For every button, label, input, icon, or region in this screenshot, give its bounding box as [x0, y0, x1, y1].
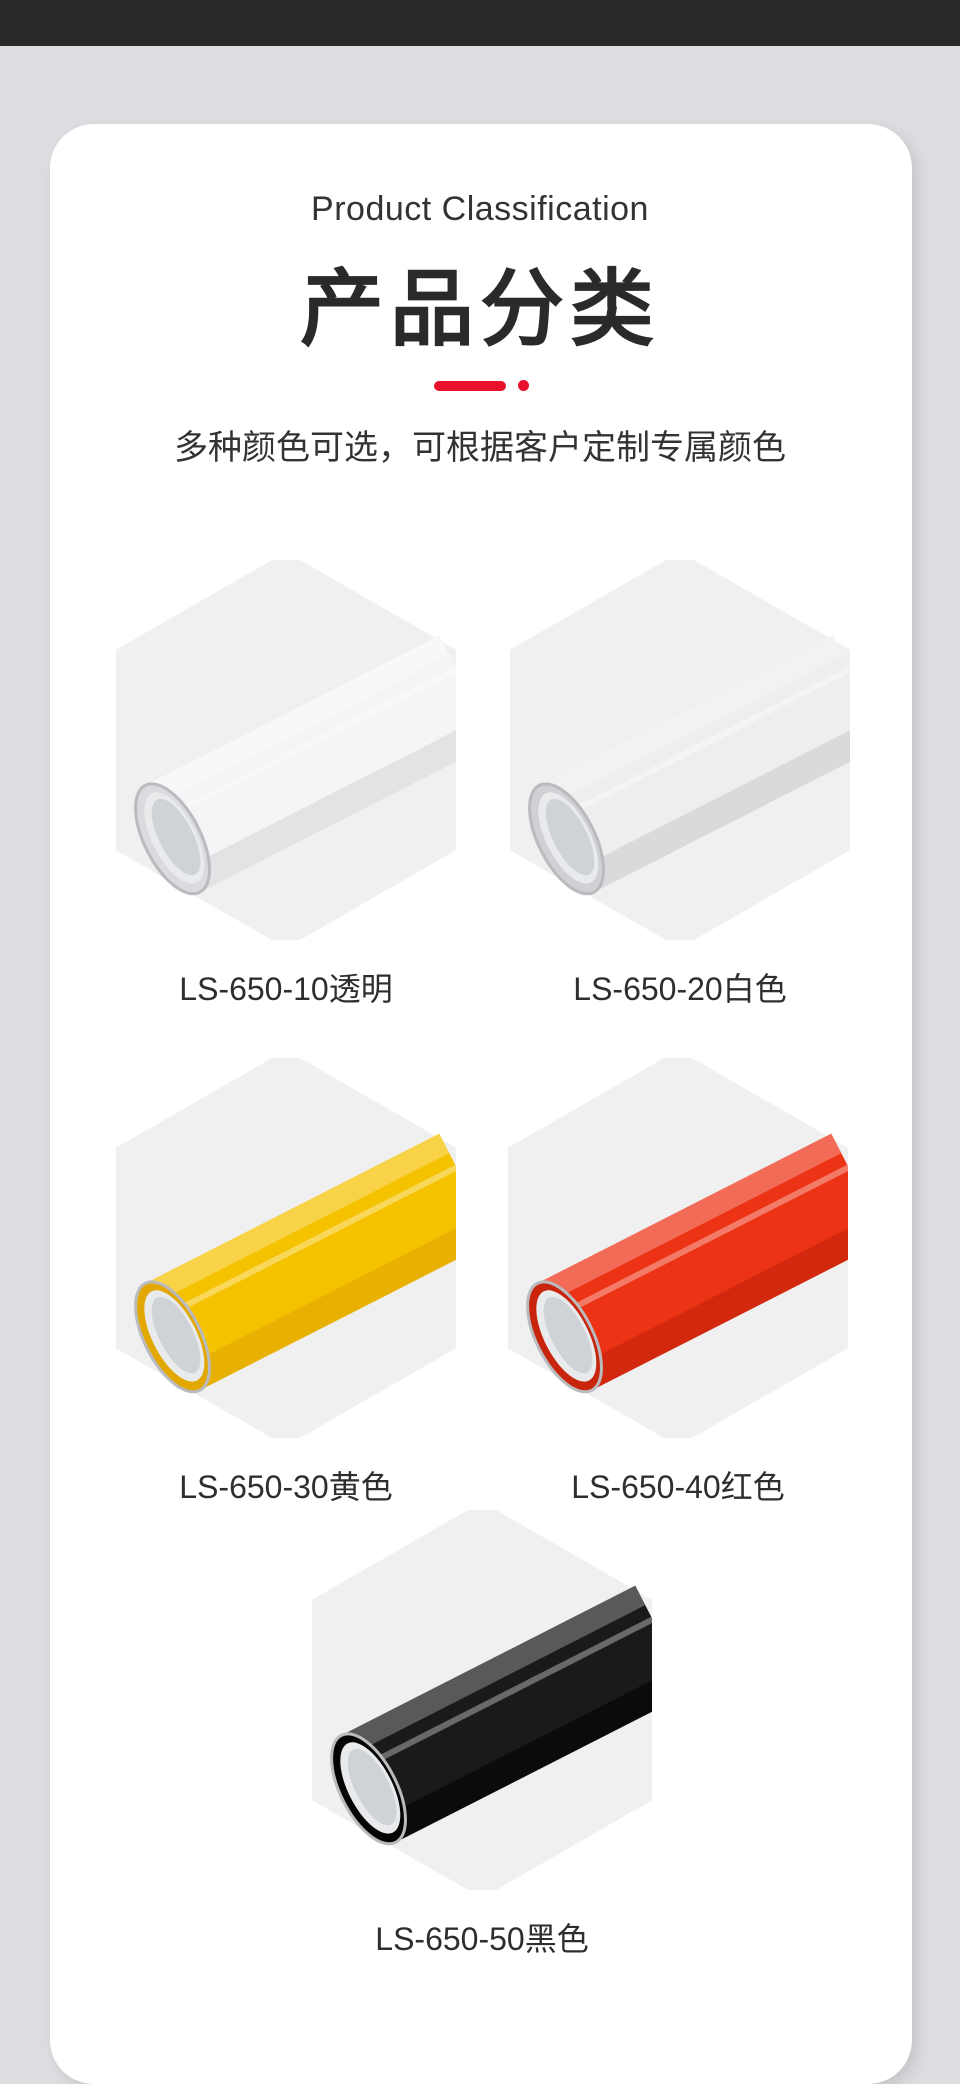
product-item[interactable]: LS-650-20白色: [510, 560, 850, 1010]
white-film-roll-icon: [510, 560, 850, 940]
section-description: 多种颜色可选，可根据客户定制专属颜色: [174, 429, 786, 467]
black-film-roll-icon: [312, 1510, 652, 1890]
yellow-film-roll-icon: [116, 1058, 456, 1438]
title-divider-bar: [434, 381, 506, 391]
section-subtitle: Product Classification: [311, 190, 649, 228]
product-label: LS-650-20白色: [573, 971, 787, 1007]
product-label: LS-650-50黑色: [375, 1921, 589, 1957]
top-bar: [0, 0, 960, 46]
product-item[interactable]: LS-650-10透明: [116, 560, 456, 1010]
product-label: LS-650-40红色: [571, 1469, 785, 1505]
product-item[interactable]: LS-650-50黑色: [312, 1510, 652, 1960]
product-label: LS-650-30黄色: [179, 1469, 393, 1505]
section-title: 产品分类: [299, 262, 660, 356]
product-item[interactable]: LS-650-30黄色: [116, 1058, 456, 1508]
product-label: LS-650-10透明: [179, 971, 393, 1007]
transparent-film-roll-icon: [116, 560, 456, 940]
title-divider-dot: [518, 380, 529, 391]
product-item[interactable]: LS-650-40红色: [508, 1058, 848, 1508]
red-film-roll-icon: [508, 1058, 848, 1438]
